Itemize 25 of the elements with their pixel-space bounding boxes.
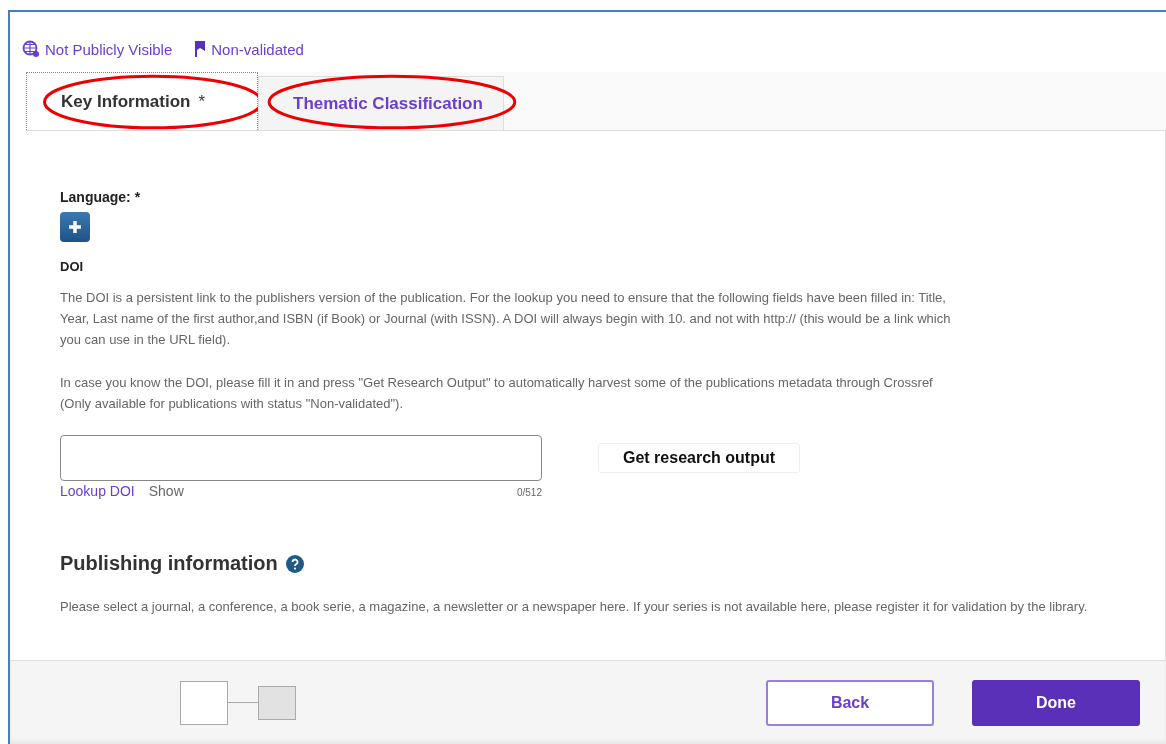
back-button[interactable]: Back	[766, 679, 934, 726]
validation-status: Non-validated	[211, 40, 304, 58]
flag-icon	[194, 40, 207, 58]
required-marker: *	[198, 91, 206, 112]
globe-icon	[22, 40, 40, 58]
doi-description: In case you know the DOI, please fill it in and press "Get Research Output" to automatically harvest some of the publications metadata through Crossref (Only available for publications with status "Non-validated").	[60, 374, 934, 413]
doi-input-field[interactable]	[60, 435, 542, 481]
doi-heading: DOI	[60, 258, 85, 276]
tab-label: Key Information	[61, 91, 191, 112]
show-link[interactable]: Show	[148, 481, 184, 502]
add-button[interactable]	[60, 212, 90, 242]
plus-icon	[67, 219, 83, 235]
tab-label: Thematic Classification	[293, 93, 483, 114]
help-icon[interactable]	[285, 554, 304, 573]
required-marker: *	[134, 189, 141, 205]
tab[interactable]: Key Information *	[26, 72, 258, 130]
done-button[interactable]: Done	[972, 679, 1140, 726]
character-counter: 0/512	[516, 486, 542, 500]
lookup-doi-link[interactable]: Lookup DOI	[60, 481, 135, 502]
publishing-heading: Publishing information	[60, 553, 278, 574]
language-label: Language:	[60, 189, 131, 205]
visibility-status: Not Publicly Visible	[45, 40, 173, 58]
doi-description: The DOI is a persistent link to the publishers version of the publication. For the lookup you need to ensure that the following fields have been filled in: Title, Year, Last name of the first author,and ISBN (if Book) or Journal (with ISSN). A DOI will always begin with 10. and not with http:// (this would be a link which you can use in the URL field).	[60, 289, 952, 349]
publishing-description: Please select a journal, a conference, a book serie, a magazine, a newsletter or a newspaper here. If your series is not available here, please register it for validation by the library.	[60, 598, 1089, 616]
get-research-output-button[interactable]: Get research output	[598, 443, 801, 473]
